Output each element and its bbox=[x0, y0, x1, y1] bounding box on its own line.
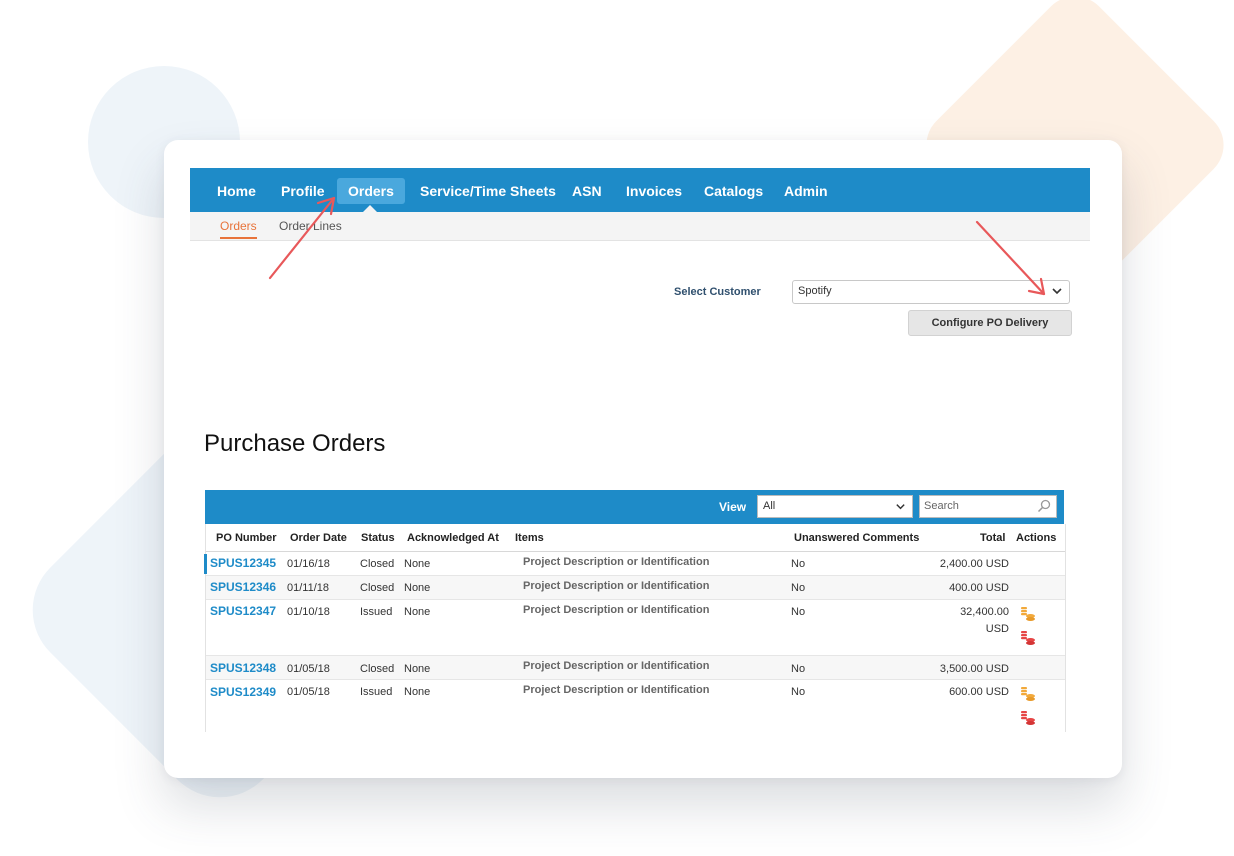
status: Issued bbox=[360, 686, 393, 698]
total: 32,400.00 bbox=[960, 606, 1009, 618]
po-number-link[interactable]: SPUS12345 bbox=[210, 556, 276, 570]
nav-item-asn[interactable]: ASN bbox=[561, 178, 613, 204]
subnav-item-order-lines[interactable]: Order Lines bbox=[279, 219, 342, 233]
sub-navigation-bar: Orders Order Lines bbox=[190, 212, 1090, 241]
col-header-unanswered-comments[interactable]: Unanswered Comments bbox=[794, 532, 919, 544]
coin-stack-orange-icon[interactable] bbox=[1020, 686, 1036, 702]
items: Project Description or Identification bbox=[523, 604, 710, 616]
coin-stack-red-icon[interactable] bbox=[1020, 710, 1036, 726]
po-number-link[interactable]: SPUS12347 bbox=[210, 604, 276, 618]
search-box[interactable] bbox=[919, 495, 1057, 518]
search-icon[interactable] bbox=[1037, 499, 1051, 513]
nav-item-orders[interactable]: Orders bbox=[337, 178, 405, 204]
col-header-order-date[interactable]: Order Date bbox=[290, 532, 347, 544]
table-row: SPUS12348 01/05/18 Closed None Project D… bbox=[206, 656, 1065, 680]
items: Project Description or Identification bbox=[523, 660, 710, 672]
chevron-down-icon bbox=[1052, 288, 1062, 295]
nav-item-invoices[interactable]: Invoices bbox=[615, 178, 693, 204]
purchase-orders-table: PO Number Order Date Status Acknowledged… bbox=[204, 524, 1066, 732]
customer-select[interactable]: Spotify bbox=[792, 280, 1070, 304]
coin-stack-red-icon[interactable] bbox=[1020, 630, 1036, 646]
nav-item-admin[interactable]: Admin bbox=[773, 178, 839, 204]
items: Project Description or Identification bbox=[523, 684, 710, 696]
col-header-po-number[interactable]: PO Number bbox=[216, 532, 277, 544]
col-header-acknowledged-at[interactable]: Acknowledged At bbox=[407, 532, 499, 544]
status: Closed bbox=[360, 582, 395, 594]
table-row: SPUS12346 01/11/18 Closed None Project D… bbox=[206, 576, 1065, 600]
items: Project Description or Identification bbox=[523, 580, 710, 592]
top-navigation-bar: Home Profile Orders Service/Time Sheets … bbox=[190, 168, 1090, 212]
table-row: SPUS12347 01/10/18 Issued None Project D… bbox=[206, 600, 1065, 656]
select-customer-label: Select Customer bbox=[674, 286, 761, 298]
nav-item-catalogs[interactable]: Catalogs bbox=[693, 178, 774, 204]
unanswered-comments: No bbox=[791, 606, 806, 618]
total: 3,500.00 USD bbox=[939, 663, 1009, 675]
col-header-actions: Actions bbox=[1016, 532, 1057, 544]
po-number-link[interactable]: SPUS12346 bbox=[210, 580, 276, 594]
active-tab-caret bbox=[363, 205, 377, 212]
order-date: 01/05/18 bbox=[287, 663, 330, 675]
chevron-down-icon bbox=[896, 504, 905, 510]
total-currency: USD bbox=[985, 623, 1009, 635]
subnav-item-orders[interactable]: Orders bbox=[220, 219, 257, 239]
order-date: 01/16/18 bbox=[287, 558, 330, 570]
nav-item-service-time-sheets[interactable]: Service/Time Sheets bbox=[409, 178, 567, 204]
acknowledged-at: None bbox=[404, 606, 431, 618]
status: Closed bbox=[360, 663, 395, 675]
unanswered-comments: No bbox=[791, 663, 806, 675]
nav-item-profile[interactable]: Profile bbox=[270, 178, 336, 204]
coin-stack-orange-icon[interactable] bbox=[1020, 606, 1036, 622]
page-title: Purchase Orders bbox=[204, 430, 386, 457]
order-date: 01/10/18 bbox=[287, 606, 330, 618]
total: 600.00 USD bbox=[949, 686, 1009, 698]
unanswered-comments: No bbox=[791, 582, 806, 594]
items: Project Description or Identification bbox=[523, 556, 710, 568]
total: 400.00 USD bbox=[949, 582, 1009, 594]
col-header-items[interactable]: Items bbox=[515, 532, 544, 544]
po-number-link[interactable]: SPUS12348 bbox=[210, 661, 276, 675]
view-select-value: All bbox=[763, 500, 776, 512]
table-row: SPUS12345 01/16/18 Closed None Project D… bbox=[204, 552, 1065, 576]
unanswered-comments: No bbox=[791, 686, 806, 698]
order-date: 01/05/18 bbox=[287, 686, 330, 698]
order-date: 01/11/18 bbox=[287, 582, 330, 594]
col-header-status[interactable]: Status bbox=[361, 532, 395, 544]
acknowledged-at: None bbox=[404, 663, 431, 675]
col-header-total[interactable]: Total bbox=[980, 532, 1005, 544]
unanswered-comments: No bbox=[791, 558, 806, 570]
configure-po-delivery-button[interactable]: Configure PO Delivery bbox=[908, 310, 1072, 336]
view-label: View bbox=[719, 500, 747, 514]
app-window: Home Profile Orders Service/Time Sheets … bbox=[164, 140, 1122, 778]
search-input[interactable] bbox=[924, 499, 1024, 513]
status: Closed bbox=[360, 558, 395, 570]
nav-item-home[interactable]: Home bbox=[206, 178, 267, 204]
acknowledged-at: None bbox=[404, 686, 431, 698]
view-select[interactable]: All bbox=[757, 495, 913, 518]
po-number-link[interactable]: SPUS12349 bbox=[210, 685, 276, 699]
table-row: SPUS12349 01/05/18 Issued None Project D… bbox=[206, 680, 1065, 732]
acknowledged-at: None bbox=[404, 582, 431, 594]
customer-select-value: Spotify bbox=[798, 285, 832, 297]
status: Issued bbox=[360, 606, 393, 618]
table-toolbar: View All bbox=[205, 490, 1064, 524]
total: 2,400.00 USD bbox=[939, 558, 1009, 570]
row-selection-marker bbox=[204, 554, 207, 574]
acknowledged-at: None bbox=[404, 558, 431, 570]
